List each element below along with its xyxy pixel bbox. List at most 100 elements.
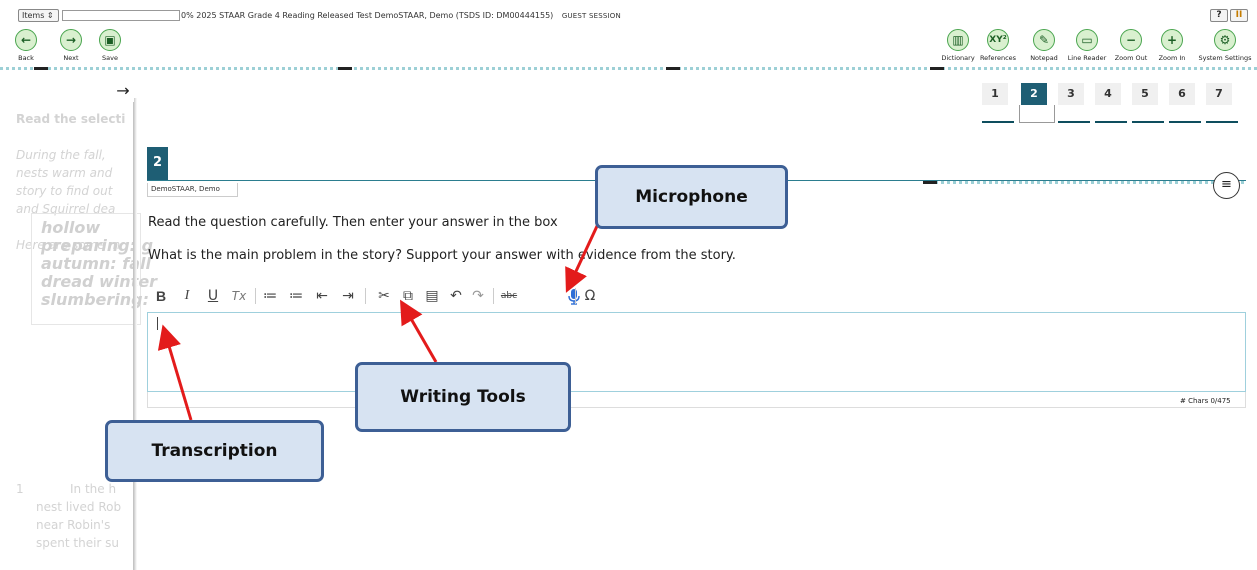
remove-format-button[interactable]: Tx	[230, 288, 248, 304]
notepad-button[interactable]: ✎ Notepad	[1024, 29, 1064, 62]
answer-text-area[interactable]	[147, 312, 1246, 392]
question-tab-4[interactable]: 4	[1095, 83, 1121, 105]
divider-mark	[34, 67, 48, 70]
question-instruction: Read the question carefully. Then enter …	[148, 215, 558, 230]
book-icon: ▥	[947, 29, 969, 51]
back-button[interactable]: ← Back	[10, 29, 42, 62]
question-tab-3[interactable]: 3	[1058, 83, 1084, 105]
help-button[interactable]: ?	[1210, 9, 1228, 22]
pause-button[interactable]: II	[1230, 9, 1248, 22]
tab-underline	[982, 121, 1014, 123]
divider-mark	[930, 67, 944, 70]
dictionary-button[interactable]: ▥ Dictionary	[936, 29, 980, 62]
writing-tools-callout: Writing Tools	[355, 362, 571, 432]
text-cursor	[157, 317, 158, 330]
zoom-in-icon: +	[1161, 29, 1183, 51]
tab-underline	[1132, 121, 1164, 123]
toolbar-separator	[575, 288, 576, 304]
paste-button[interactable]: ▤	[423, 288, 441, 304]
bullet-list-button[interactable]: ≔	[287, 288, 305, 304]
system-settings-label: System Settings	[1198, 54, 1252, 62]
context-menu-icon[interactable]: ≡	[1213, 172, 1240, 199]
indent-button[interactable]: ⇥	[339, 288, 357, 304]
zoom-in-button[interactable]: + Zoom In	[1152, 29, 1192, 62]
next-label: Next	[63, 54, 79, 62]
divider-mark	[666, 67, 680, 70]
cut-button[interactable]: ✂	[375, 288, 393, 304]
writing-tools-toolbar: B I U Tx ≔ ≔ ⇤ ⇥ ✂ ⧉ ▤ ↶ ↷ abc Ω	[147, 279, 1246, 312]
question-prompt: What is the main problem in the story? S…	[148, 248, 736, 263]
divider-mark	[923, 181, 937, 184]
toolbar-separator	[493, 288, 494, 304]
next-button[interactable]: → Next	[55, 29, 87, 62]
tab-underline	[1206, 121, 1238, 123]
student-name: DemoSTAAR, Demo	[147, 183, 238, 197]
passage-intro-line: During the fall,	[16, 148, 106, 162]
notepad-label: Notepad	[1030, 54, 1058, 62]
save-button[interactable]: ▣ Save	[94, 29, 126, 62]
vocabulary-box: hollow preparing: g autumn: fall dread w…	[31, 213, 157, 325]
save-icon: ▣	[99, 29, 121, 51]
zoom-in-label: Zoom In	[1158, 54, 1186, 62]
references-label: References	[979, 54, 1017, 62]
tab-underline	[1095, 121, 1127, 123]
transcription-callout: Transcription	[105, 420, 324, 482]
test-title: 2025 STAAR Grade 4 Reading Released Test	[196, 11, 372, 20]
question-tab-1[interactable]: 1	[982, 83, 1008, 105]
expand-passage-arrow-icon[interactable]: →	[112, 80, 134, 102]
question-divider	[923, 181, 1246, 184]
italic-button[interactable]: I	[178, 288, 196, 304]
items-dropdown[interactable]: Items ⇕	[18, 9, 59, 22]
back-label: Back	[18, 54, 34, 62]
question-tab-6[interactable]: 6	[1169, 83, 1195, 105]
undo-button[interactable]: ↶	[447, 288, 465, 304]
microphone-callout: Microphone	[595, 165, 788, 229]
settings-icon: ⚙	[1214, 29, 1236, 51]
progress-bar	[62, 10, 180, 21]
numbered-list-button[interactable]: ≔	[261, 288, 279, 304]
passage-intro-line: nests warm and	[16, 166, 113, 180]
bold-button[interactable]: B	[152, 288, 170, 304]
paragraph-number: 1	[16, 482, 24, 496]
back-arrow-icon: ←	[15, 29, 37, 51]
tab-underline	[1058, 121, 1090, 123]
question-tab-5[interactable]: 5	[1132, 83, 1158, 105]
spell-check-button[interactable]: abc	[497, 288, 521, 304]
copy-button[interactable]: ⧉	[399, 288, 417, 304]
line-reader-button[interactable]: ▭ Line Reader	[1064, 29, 1110, 62]
passage-paragraph-line: nest lived Rob	[36, 500, 122, 514]
references-button[interactable]: XY² References	[978, 29, 1018, 62]
passage-intro-line: story to find out	[16, 184, 113, 198]
question-number: 2	[147, 147, 168, 181]
test-info: 0% 2025 STAAR Grade 4 Reading Released T…	[181, 10, 621, 22]
session-label: GUEST SESSION	[561, 12, 621, 20]
passage-paragraph-line: spent their su	[36, 536, 120, 550]
zoom-out-label: Zoom Out	[1114, 54, 1148, 62]
system-settings-button[interactable]: ⚙ System Settings	[1196, 29, 1254, 62]
progress-percent: 0%	[181, 11, 194, 20]
passage-paragraph-line: near Robin's	[36, 518, 111, 532]
line-reader-label: Line Reader	[1067, 54, 1107, 62]
question-tab-2[interactable]: 2	[1021, 83, 1047, 105]
outdent-button[interactable]: ⇤	[313, 288, 331, 304]
vocab-term: dread winter	[41, 272, 158, 291]
active-tab-frame	[1019, 105, 1055, 123]
zoom-out-icon: −	[1120, 29, 1142, 51]
special-characters-button[interactable]: Ω	[581, 288, 599, 304]
vocab-term: hollow	[41, 218, 101, 237]
zoom-out-button[interactable]: − Zoom Out	[1111, 29, 1151, 62]
toolbar-divider	[0, 67, 1257, 70]
next-arrow-icon: →	[60, 29, 82, 51]
passage-heading: Read the selecti	[16, 112, 126, 126]
passage-paragraph-line: In the h	[70, 482, 117, 496]
character-count: # Chars 0/475	[1180, 397, 1231, 405]
underline-button[interactable]: U	[204, 288, 222, 304]
redo-button[interactable]: ↷	[469, 288, 487, 304]
line-reader-icon: ▭	[1076, 29, 1098, 51]
references-icon: XY²	[987, 29, 1009, 51]
student-info: DemoSTAAR, Demo (TSDS ID: DM00444155)	[374, 11, 554, 20]
editor-footer	[147, 392, 1246, 408]
dictionary-label: Dictionary	[941, 54, 975, 62]
question-tab-7[interactable]: 7	[1206, 83, 1232, 105]
top-bar: Items ⇕ 0% 2025 STAAR Grade 4 Reading Re…	[0, 0, 1257, 26]
